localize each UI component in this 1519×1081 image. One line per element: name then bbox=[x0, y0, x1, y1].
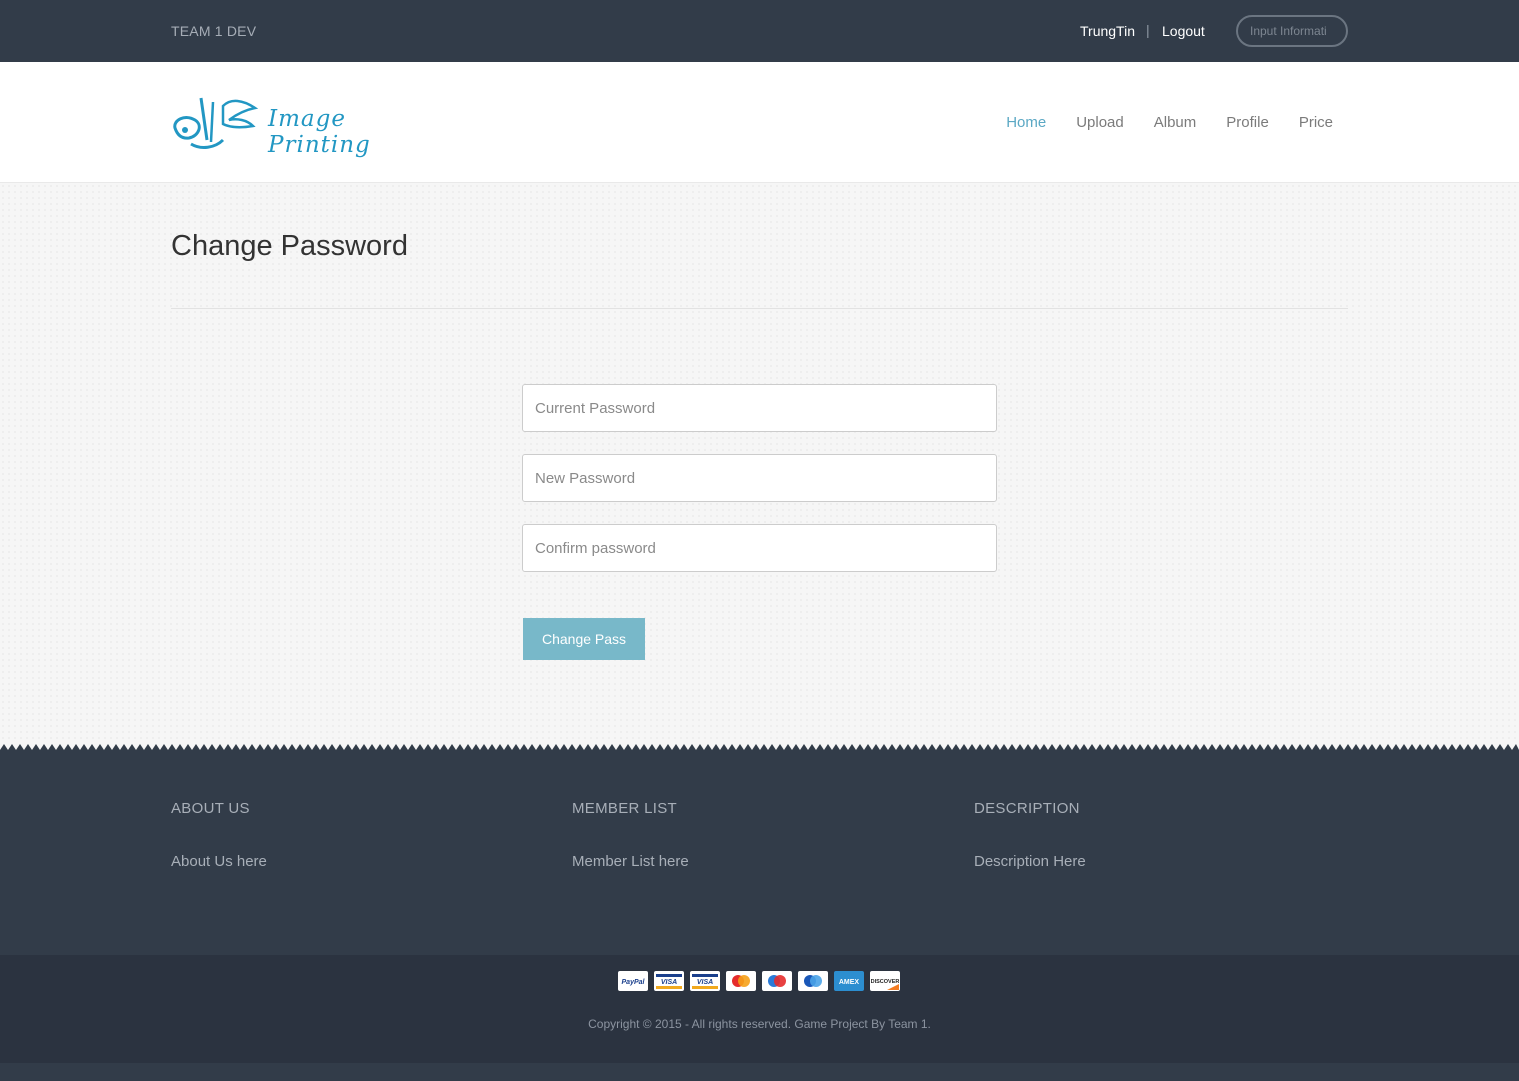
visa-electron-icon: VISA bbox=[690, 971, 720, 991]
site-header: Image Printing Home Upload Album Profile… bbox=[0, 62, 1519, 183]
svg-text:AMEX: AMEX bbox=[839, 979, 860, 986]
footer-heading: DESCRIPTION bbox=[974, 800, 1080, 817]
page-title: Change Password bbox=[171, 230, 408, 262]
confirm-password-field[interactable] bbox=[522, 524, 997, 572]
nav-home[interactable]: Home bbox=[1006, 114, 1046, 131]
main-nav: Home Upload Album Profile Price bbox=[1006, 114, 1333, 131]
nav-album[interactable]: Album bbox=[1154, 114, 1197, 131]
maestro-icon bbox=[762, 971, 792, 991]
logo-text: Image Printing bbox=[268, 106, 371, 158]
brush-palette-icon bbox=[173, 97, 259, 149]
nav-upload[interactable]: Upload bbox=[1076, 114, 1124, 131]
footer-column-members: MEMBER LIST Member List here bbox=[572, 800, 689, 870]
username-label[interactable]: TrungTin bbox=[1080, 23, 1135, 39]
bottom-strip bbox=[0, 1063, 1519, 1081]
footer-text: About Us here bbox=[171, 853, 267, 870]
change-pass-button[interactable]: Change Pass bbox=[523, 618, 645, 660]
amex-icon: AMEX bbox=[834, 971, 864, 991]
site-footer: ABOUT US About Us here MEMBER LIST Membe… bbox=[0, 750, 1519, 955]
footer-column-about: ABOUT US About Us here bbox=[171, 800, 267, 870]
top-bar: TEAM 1 DEV TrungTin | Logout bbox=[0, 0, 1519, 62]
main-content: Change Password Change Pass bbox=[0, 183, 1519, 745]
team-brand: TEAM 1 DEV bbox=[171, 23, 257, 39]
discover-icon: DISCOVER bbox=[870, 971, 900, 991]
site-logo[interactable]: Image Printing bbox=[171, 92, 403, 158]
mastercard-icon bbox=[726, 971, 756, 991]
nav-price[interactable]: Price bbox=[1299, 114, 1333, 131]
svg-text:DISCOVER: DISCOVER bbox=[871, 979, 899, 985]
paypal-icon: PayPal bbox=[618, 971, 648, 991]
footer-bottom: PayPal VISA VISA AMEX DISCOVER Copyright… bbox=[0, 955, 1519, 1063]
logout-link[interactable]: Logout bbox=[1162, 23, 1205, 39]
visa-icon: VISA bbox=[654, 971, 684, 991]
footer-heading: ABOUT US bbox=[171, 800, 250, 817]
payment-icons: PayPal VISA VISA AMEX DISCOVER bbox=[618, 971, 900, 991]
copyright-text: Copyright © 2015 - All rights reserved. … bbox=[588, 1017, 931, 1031]
new-password-field[interactable] bbox=[522, 454, 997, 502]
svg-text:VISA: VISA bbox=[697, 979, 713, 986]
maestro-blue-icon bbox=[798, 971, 828, 991]
separator: | bbox=[1146, 22, 1150, 38]
nav-profile[interactable]: Profile bbox=[1226, 114, 1269, 131]
svg-text:VISA: VISA bbox=[661, 979, 677, 986]
footer-text: Description Here bbox=[974, 853, 1086, 870]
footer-column-description: DESCRIPTION Description Here bbox=[974, 800, 1086, 870]
zigzag-edge bbox=[0, 740, 1519, 750]
footer-heading: MEMBER LIST bbox=[572, 800, 677, 817]
title-divider bbox=[171, 308, 1348, 309]
current-password-field[interactable] bbox=[522, 384, 997, 432]
svg-text:PayPal: PayPal bbox=[622, 979, 646, 986]
footer-text: Member List here bbox=[572, 853, 689, 870]
info-input[interactable] bbox=[1236, 15, 1348, 47]
